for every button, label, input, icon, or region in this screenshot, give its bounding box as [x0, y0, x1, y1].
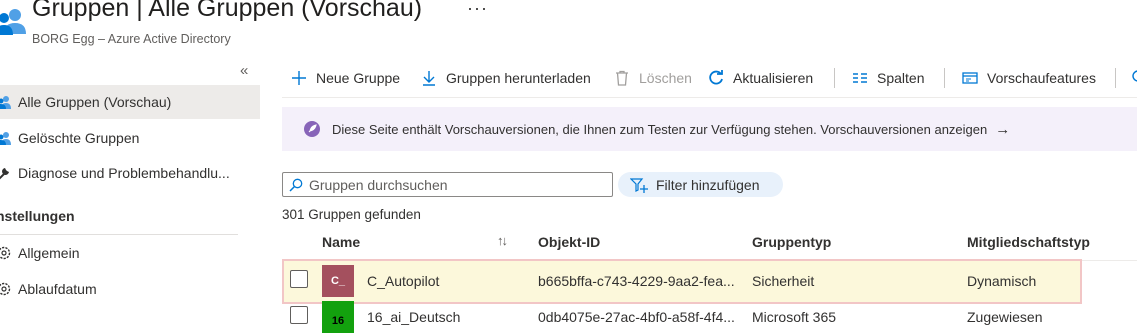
plus-icon [292, 71, 306, 85]
columns-button[interactable]: Spalten [852, 66, 924, 90]
group-name-link[interactable]: 16_ai_Deutsch [367, 309, 460, 325]
sort-icon[interactable]: ↑↓ [497, 233, 508, 248]
sidebar-section-settings: nstellungen [0, 208, 75, 224]
download-groups-button[interactable]: Gruppen herunterladen [421, 66, 591, 90]
sidebar-item-label: Diagnose und Problembehandlu... [18, 165, 230, 181]
sidebar-item-deleted-groups[interactable]: Gelöschte Gruppen [0, 121, 260, 155]
avatar: 16 [322, 301, 354, 333]
group-name-link[interactable]: C_Autopilot [367, 273, 439, 289]
search-input[interactable] [309, 176, 599, 193]
object-id-cell: 0db4075e-27ac-4bf0-a58f-4f4... [538, 309, 735, 325]
column-header-name[interactable]: Name [322, 234, 360, 250]
banner-text[interactable]: Diese Seite enthält Vorschauversionen, d… [332, 122, 987, 137]
sidebar-item-expiration[interactable]: Ablaufdatum [0, 272, 260, 306]
row-checkbox[interactable] [290, 306, 308, 324]
new-group-button[interactable]: Neue Gruppe [291, 66, 400, 90]
membership-type-cell: Dynamisch [967, 273, 1037, 289]
columns-label: Spalten [877, 70, 925, 86]
refresh-icon [709, 70, 723, 85]
download-icon [423, 71, 435, 86]
preview-banner: Diese Seite enthält Vorschauversionen, d… [282, 107, 1137, 151]
preview-features-icon [962, 72, 978, 84]
preview-features-button[interactable]: Vorschaufeatures [962, 66, 1096, 90]
trash-icon [616, 70, 628, 86]
preview-features-label: Vorschaufeatures [987, 70, 1096, 86]
column-header-group-type[interactable]: Gruppentyp [752, 234, 831, 250]
arrow-right-icon[interactable]: → [995, 121, 1010, 138]
page-title: Gruppen | Alle Gruppen (Vorschau) [32, 0, 423, 22]
filter-add-icon [630, 177, 648, 193]
gear-icon [0, 246, 11, 260]
collapse-sidebar-button[interactable]: « [240, 62, 248, 79]
column-header-membership-type[interactable]: Mitgliedschaftstyp [967, 234, 1090, 250]
feedback-icon[interactable] [1130, 70, 1137, 86]
refresh-button[interactable]: Aktualisieren [708, 66, 813, 90]
search-box[interactable] [282, 172, 613, 197]
membership-type-cell: Zugewiesen [967, 309, 1043, 325]
row-checkbox[interactable] [290, 270, 308, 288]
groups-icon [0, 9, 26, 35]
delete-label: Löschen [639, 70, 692, 86]
deleted-groups-icon [0, 132, 11, 145]
more-options-button[interactable]: ··· [467, 0, 488, 19]
sidebar-item-label: Ablaufdatum [18, 281, 97, 297]
object-id-cell: b665bffa-c743-4229-9aa2-fea... [538, 273, 735, 289]
group-type-cell: Microsoft 365 [752, 309, 837, 325]
columns-icon [853, 73, 867, 83]
sidebar-item-label: Gelöschte Gruppen [18, 130, 140, 146]
search-icon [289, 178, 303, 192]
group-type-cell: Sicherheit [752, 273, 815, 289]
toolbar-separator [834, 68, 835, 88]
wrench-icon [0, 168, 9, 180]
sidebar-item-all-groups[interactable]: Alle Gruppen (Vorschau) [0, 85, 260, 119]
column-header-object-id[interactable]: Objekt-ID [538, 234, 600, 250]
toolbar-separator [944, 68, 945, 88]
sidebar-item-label: Alle Gruppen (Vorschau) [18, 94, 172, 110]
sidebar-item-diagnose[interactable]: Diagnose und Problembehandlu... [0, 156, 260, 190]
add-filter-button[interactable]: Filter hinzufügen [618, 172, 783, 197]
result-count: 301 Gruppen gefunden [282, 207, 421, 222]
avatar: C_ [322, 265, 354, 297]
sidebar-divider [0, 234, 238, 235]
groups-icon [0, 96, 11, 109]
delete-button[interactable]: Löschen [614, 66, 692, 90]
toolbar-separator [1115, 68, 1116, 88]
new-group-label: Neue Gruppe [316, 70, 401, 86]
download-groups-label: Gruppen herunterladen [446, 70, 591, 86]
refresh-label: Aktualisieren [733, 70, 814, 86]
add-filter-label: Filter hinzufügen [656, 176, 760, 193]
sidebar-item-general[interactable]: Allgemein [0, 236, 260, 270]
sidebar-item-label: Allgemein [18, 245, 80, 261]
toolbar-divider [282, 97, 1137, 98]
rocket-icon [304, 121, 320, 137]
page-subtitle: BORG Egg – Azure Active Directory [32, 32, 231, 46]
gear-icon [0, 282, 11, 296]
